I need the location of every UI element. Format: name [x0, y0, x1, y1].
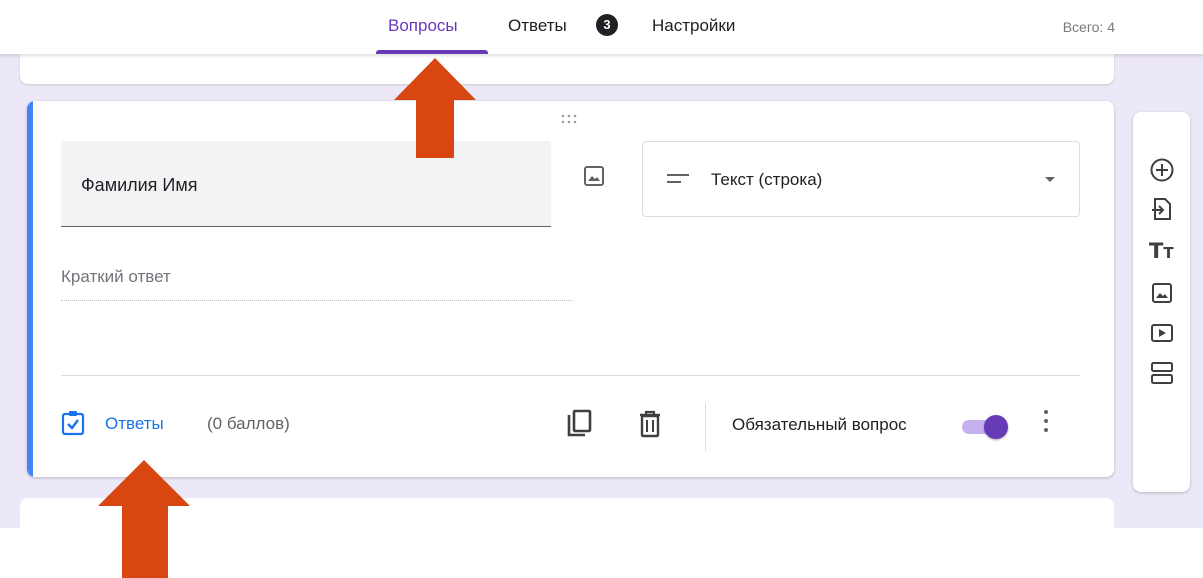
right-toolbar: TT	[1133, 112, 1190, 492]
footer-separator	[705, 403, 706, 451]
previous-card	[20, 54, 1114, 84]
assignment-check-icon	[61, 411, 85, 436]
answer-key-label[interactable]: Ответы	[105, 414, 164, 434]
tab-settings[interactable]: Настройки	[652, 16, 735, 36]
points-value: (0 баллов)	[207, 414, 290, 433]
required-label: Обязательный вопрос	[732, 415, 907, 434]
add-video-icon[interactable]	[1149, 320, 1175, 346]
arrow-up-annotation-bottom	[98, 460, 190, 578]
short-text-icon	[667, 174, 689, 188]
tab-questions[interactable]: Вопросы	[388, 16, 458, 36]
question-type-label: Текст (строка)	[711, 170, 823, 189]
question-type-select[interactable]: Текст (строка)	[642, 141, 1080, 217]
card-divider	[61, 375, 1080, 376]
short-answer-preview: Краткий ответ	[61, 265, 573, 301]
chevron-down-icon	[1045, 177, 1055, 182]
total-points: Всего: 4	[1062, 19, 1115, 35]
short-answer-placeholder: Краткий ответ	[61, 267, 171, 286]
active-card-accent	[27, 101, 33, 477]
question-card[interactable]: Фамилия Имя Текст (строка) Краткий ответ…	[27, 101, 1114, 477]
add-section-icon[interactable]	[1149, 360, 1175, 386]
more-options-icon[interactable]	[1042, 410, 1050, 438]
drag-handle-icon[interactable]	[560, 113, 582, 127]
required-toggle-thumb[interactable]	[984, 415, 1008, 439]
add-image-icon[interactable]	[582, 164, 606, 190]
top-bar: Вопросы Ответы 3 Настройки Всего: 4	[0, 0, 1203, 54]
add-image-icon[interactable]	[1149, 280, 1175, 306]
question-title[interactable]: Фамилия Имя	[81, 175, 198, 196]
add-title-icon[interactable]: TT	[1149, 238, 1175, 264]
import-questions-icon[interactable]	[1149, 196, 1175, 222]
tab-answers[interactable]: Ответы	[508, 16, 567, 36]
delete-icon[interactable]	[639, 410, 661, 438]
arrow-up-annotation-top	[394, 58, 476, 158]
answers-count-badge: 3	[596, 14, 618, 36]
active-tab-indicator	[376, 50, 488, 54]
add-question-icon[interactable]	[1149, 157, 1175, 183]
duplicate-icon[interactable]	[565, 409, 593, 439]
